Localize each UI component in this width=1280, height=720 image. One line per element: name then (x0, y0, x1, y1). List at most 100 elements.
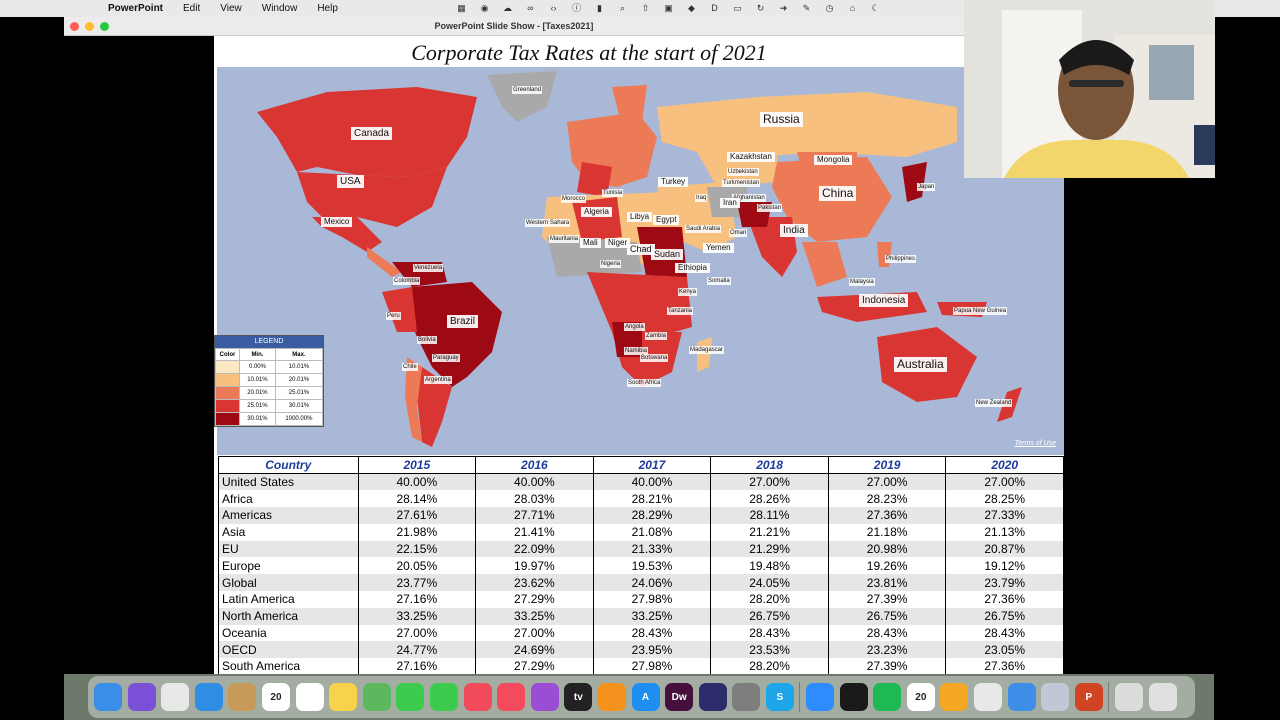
row-rate-cell: 24.05% (710, 574, 829, 592)
chrome-icon[interactable] (974, 683, 1003, 711)
legend-title: LEGEND (215, 336, 323, 348)
dreamweaver-icon[interactable]: Dw (665, 683, 694, 711)
mail-icon[interactable] (1007, 683, 1036, 711)
screen-record-icon[interactable]: ◉ (478, 3, 491, 14)
row-rate-cell: 40.00% (475, 473, 594, 491)
map-label-venezuela: Venezuela (413, 264, 444, 272)
row-rate-cell: 28.29% (592, 507, 712, 524)
menu-app-name[interactable]: PowerPoint (98, 3, 173, 14)
menu-help[interactable]: Help (307, 3, 348, 14)
wrench-icon[interactable]: ✎ (800, 3, 813, 14)
row-country-cell: Global (218, 574, 359, 592)
notes-icon[interactable] (329, 683, 358, 711)
map-label-sudan: Sudan (651, 249, 684, 260)
map-label-brazil: Brazil (447, 315, 479, 328)
tv-icon[interactable]: tv (564, 683, 593, 711)
row-rate-cell: 27.71% (475, 507, 594, 524)
row-rate-cell: 27.00% (475, 624, 594, 642)
map-label-oman: Oman (729, 229, 748, 237)
display-icon[interactable]: ▭ (731, 3, 744, 14)
calendar-status-icon[interactable]: ▦ (455, 3, 468, 14)
map-label-greenland: Greenland (512, 86, 543, 94)
news-icon[interactable] (463, 683, 492, 711)
dash-icon[interactable]: D (708, 3, 721, 14)
zoom-icon[interactable] (806, 683, 835, 711)
map-label-zambia: Zambia (645, 332, 668, 340)
activity-monitor-icon[interactable] (839, 683, 868, 711)
legend-min: 20.01% (239, 386, 276, 400)
moon-icon[interactable]: ☾ (869, 3, 882, 14)
row-rate-cell: 28.11% (710, 507, 829, 524)
documents-folder-icon[interactable] (1115, 683, 1143, 711)
siri-icon[interactable] (127, 683, 156, 711)
mic-icon[interactable]: ▮ (593, 3, 606, 14)
control-icon[interactable]: ▣ (662, 3, 675, 14)
system-preferences-icon[interactable] (732, 683, 761, 711)
menu-edit[interactable]: Edit (173, 3, 210, 14)
photos-icon[interactable] (295, 683, 324, 711)
row-rate-cell: 27.00% (357, 624, 477, 642)
map-label-kenya: Kenya (678, 288, 698, 296)
podcasts-icon[interactable] (530, 683, 559, 711)
row-country-cell: Oceania (218, 624, 359, 642)
menu-window[interactable]: Window (252, 3, 308, 14)
map-label-madagascar: Madagascar (689, 346, 725, 354)
bbedit-icon[interactable] (698, 683, 727, 711)
forward-icon[interactable]: ➜ (777, 3, 790, 14)
utility-icon[interactable] (940, 683, 969, 711)
messages-icon[interactable] (396, 683, 425, 711)
sync-icon[interactable]: ↻ (754, 3, 767, 14)
table-row: Oceania 27.00% 27.00% 28.43% 28.43% 28.43% 28.… (218, 624, 1064, 642)
row-rate-cell: 21.08% (592, 523, 712, 541)
preview-icon[interactable] (1041, 683, 1070, 711)
upload-icon[interactable]: ⇧ (639, 3, 652, 14)
row-rate-cell: 19.26% (827, 557, 947, 575)
dock-icon-label: tv (573, 691, 583, 703)
finder-icon[interactable] (94, 683, 122, 711)
tax-rate-table: Country 2015 2016 2017 2018 2019 2020 Un… (218, 456, 1064, 676)
search-status-icon[interactable]: ⌕ (616, 3, 629, 14)
table-row: Global 23.77% 23.62% 24.06% 24.05% 23.81% 23.7… (218, 574, 1064, 592)
row-rate-cell: 21.21% (710, 523, 829, 541)
window-title-bar: PowerPoint Slide Show - [Taxes2021] (64, 17, 964, 36)
calendar-small-icon[interactable]: 20 (906, 683, 935, 711)
link-icon[interactable]: ∞ (524, 3, 537, 14)
map-label-south-africa: South Africa (627, 379, 662, 387)
legend-min: 0.00% (239, 360, 276, 374)
books-icon[interactable] (597, 683, 626, 711)
menu-view[interactable]: View (210, 3, 252, 14)
row-country-cell: United States (218, 473, 359, 491)
row-rate-cell: 19.53% (592, 557, 712, 575)
contacts-icon[interactable] (228, 683, 257, 711)
launchpad-icon[interactable] (161, 683, 190, 711)
music-icon[interactable] (497, 683, 526, 711)
map-shapes (257, 71, 1022, 447)
world-map: Russia China Canada USA Brazil Australia… (217, 67, 1064, 455)
cloud-icon[interactable]: ☁ (501, 3, 514, 14)
powerpoint-icon[interactable]: P (1074, 683, 1103, 711)
clock-icon[interactable]: ◷ (823, 3, 836, 14)
row-rate-cell: 28.23% (827, 490, 947, 508)
row-rate-cell: 28.43% (827, 624, 947, 642)
spotify-icon[interactable] (873, 683, 902, 711)
row-rate-cell: 27.00% (827, 473, 947, 491)
webcam-image (964, 0, 1215, 178)
app-store-icon[interactable]: A (631, 683, 660, 711)
safari-icon[interactable] (194, 683, 223, 711)
facetime-icon[interactable] (429, 683, 458, 711)
maps-icon[interactable] (362, 683, 391, 711)
trash-icon[interactable] (1148, 683, 1177, 711)
calendar-icon[interactable]: 20 (261, 683, 290, 711)
row-country-cell: Africa (218, 490, 359, 508)
map-label-new-zealand: New Zealand (975, 399, 1013, 407)
map-label-saudi-arabia: Saudi Arabia (685, 225, 722, 233)
legend-min: 10.01% (239, 373, 276, 387)
code-icon[interactable]: ‹› (547, 3, 560, 14)
lock-icon[interactable]: ⌂ (846, 3, 859, 14)
russia-shape (657, 92, 957, 157)
dropbox-icon[interactable]: ◆ (685, 3, 698, 14)
map-label-yemen: Yemen (703, 243, 734, 253)
table-row: Americas 27.61% 27.71% 28.29% 28.11% 27.36% 27… (218, 507, 1064, 524)
info-icon[interactable]: ⓘ (570, 3, 583, 14)
skype-icon[interactable]: S (765, 683, 794, 711)
